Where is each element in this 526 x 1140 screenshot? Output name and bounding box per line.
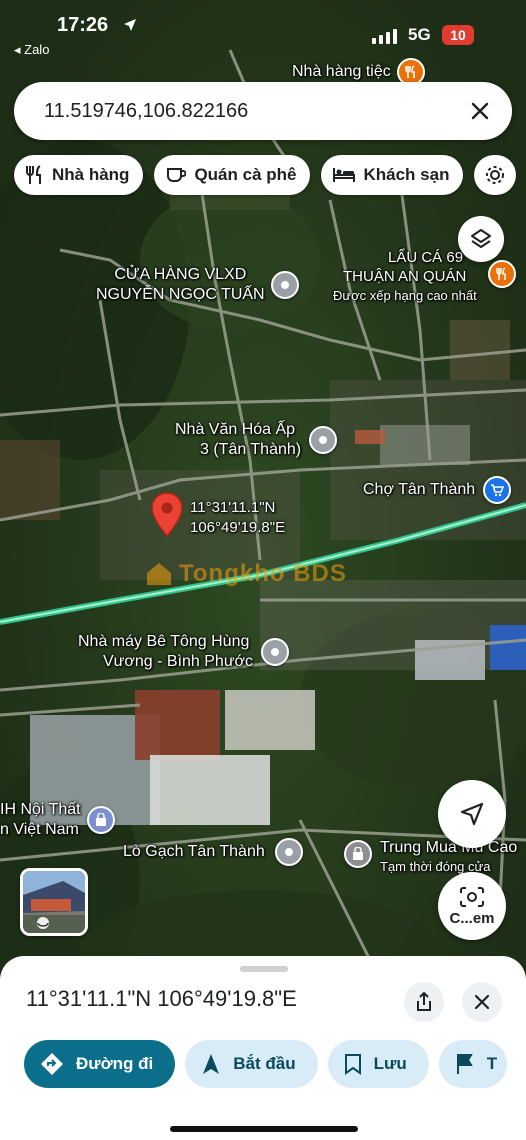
place-title: 11°31'11.1"N 106°49'19.8"E (26, 986, 297, 1011)
place-bottom-sheet: 11°31'11.1"N 106°49'19.8"E Đường đi Bắt … (0, 956, 526, 1140)
location-pin-icon (309, 426, 338, 454)
flag-icon (456, 1054, 473, 1074)
chip-label: Nhà hàng (52, 165, 130, 184)
poi-label: Lò Gạch Tân Thành (123, 843, 265, 860)
poi-lo-gach[interactable]: Lò Gạch Tân Thành (123, 838, 303, 866)
location-pin-icon (270, 271, 299, 299)
camera-button[interactable]: C...em (438, 872, 506, 940)
poi-label-line: LẨU CÁ 69 (388, 249, 464, 266)
watermark-text: Tongkho BDS (179, 560, 347, 587)
poi-label-line: n Việt Nam (0, 821, 79, 838)
navigation-arrow-icon (203, 1054, 220, 1074)
location-arrow-icon (124, 19, 136, 31)
battery-icon: 10 (442, 25, 474, 45)
gear-icon (486, 166, 505, 184)
coffee-cup-icon (167, 168, 187, 182)
poi-label-line: Vương - Bình Phước (103, 653, 254, 670)
chip-hotels[interactable]: Khách sạn (321, 155, 464, 195)
fork-knife-icon (26, 165, 41, 184)
close-sheet-button[interactable] (462, 982, 502, 1022)
search-bar[interactable]: 11.519746,106.822166 (14, 82, 512, 140)
chip-label: Quán cà phê (194, 165, 297, 184)
poi-label: IH Nội Thất n Việt Nam (0, 800, 81, 840)
bed-icon (333, 168, 356, 182)
close-icon (471, 102, 489, 120)
shopping-bag-pin-icon[interactable] (344, 840, 372, 868)
directions-button[interactable]: Đường đi (24, 1040, 176, 1088)
label-button[interactable]: T (438, 1040, 508, 1088)
poi-label-line: Nhà Văn Hóa Ấp (175, 421, 296, 438)
pin-label-line: 106°49'19.8"E (190, 519, 286, 536)
poi-trung-mua[interactable]: Trung Mua Mủ Cao Tạm thời đóng cửa (380, 838, 517, 876)
clear-search-button[interactable] (460, 91, 500, 131)
poi-label: LẨU CÁ 69 THUẬN AN QUÁN Được xếp hạng ca… (333, 248, 477, 305)
poi-label: Nhà máy Bê Tông Hùng Vương - Bình Phước (78, 632, 253, 672)
bookmark-icon (344, 1054, 361, 1075)
poi-noi-that[interactable]: IH Nội Thất n Việt Nam (0, 800, 115, 840)
directions-icon (41, 1053, 63, 1075)
chip-label: Khách sạn (363, 165, 450, 184)
restaurant-pin-icon[interactable] (488, 260, 516, 288)
home-indicator (170, 1126, 358, 1132)
my-location-button[interactable] (438, 780, 506, 848)
search-query[interactable]: 11.519746,106.822166 (44, 100, 460, 123)
street-view-photo (23, 871, 85, 933)
chip-restaurants[interactable]: Nhà hàng (14, 155, 144, 195)
clock: 17:26 (57, 14, 109, 36)
camera-label: C...em (449, 909, 495, 927)
poi-label: CỬA HÀNG VLXD NGUYỄN NGỌC TUẤN (96, 265, 265, 305)
save-button[interactable]: Lưu (327, 1040, 429, 1088)
layers-button[interactable] (458, 216, 504, 262)
shopping-bag-pin-icon (86, 806, 115, 834)
poi-label-line: Trung Mua Mủ Cao (380, 839, 518, 856)
close-icon (475, 995, 489, 1009)
action-label: T (486, 1054, 498, 1073)
poi-label: Chợ Tân Thành (363, 481, 476, 498)
poi-label: Nhà hàng tiệc (292, 63, 391, 80)
share-icon (417, 992, 431, 1011)
camera-scan-icon (460, 886, 484, 907)
street-view-thumbnail[interactable] (20, 868, 88, 936)
start-button[interactable]: Bắt đầu (185, 1040, 318, 1088)
category-chips: Nhà hàng Quán cà phê Khách sạn (14, 155, 517, 195)
house-logo-icon (147, 563, 171, 585)
back-to-app-link[interactable]: ◂ Zalo (14, 42, 49, 58)
poi-label-line: IH Nội Thất (0, 801, 81, 818)
chip-coffee[interactable]: Quán cà phê (154, 155, 311, 195)
poi-cho-tan-thanh[interactable]: Chợ Tân Thành (363, 476, 512, 504)
action-label: Lưu (373, 1054, 407, 1073)
poi-label-line: NGUYỄN NGỌC TUẤN (96, 286, 265, 303)
poi-cua-hang-vlxd[interactable]: CỬA HÀNG VLXD NGUYỄN NGỌC TUẤN (96, 265, 299, 305)
location-pin-icon (274, 838, 303, 866)
poi-nha-van-hoa[interactable]: Nhà Văn Hóa Ấp 3 (Tân Thành) (175, 420, 338, 460)
poi-label-line: CỬA HÀNG VLXD (114, 266, 247, 283)
watermark: Tongkho BDS (145, 560, 347, 588)
location-pin-icon (261, 638, 290, 666)
action-buttons-row: Đường đi Bắt đầu Lưu T (24, 1040, 508, 1088)
network-type: 5G (408, 25, 431, 44)
share-button[interactable] (404, 982, 444, 1022)
dropped-pin-icon[interactable] (150, 492, 184, 543)
chip-more[interactable] (474, 155, 517, 195)
shopping-cart-pin-icon (483, 476, 512, 504)
poi-label-line: Nhà máy Bê Tông Hùng (78, 633, 250, 650)
poi-lau-ca-69[interactable]: LẨU CÁ 69 THUẬN AN QUÁN Được xếp hạng ca… (333, 248, 477, 305)
poi-nha-may-be-tong[interactable]: Nhà máy Bê Tông Hùng Vương - Bình Phước (78, 632, 290, 672)
layers-icon (471, 229, 491, 248)
poi-label-rating: Được xếp hạng cao nhất (333, 288, 477, 303)
signal-strength-icon (372, 28, 397, 44)
status-bar: 17:26 ◂ Zalo 5G 10 (0, 0, 526, 60)
navigation-arrow-icon (460, 802, 484, 826)
poi-label: Nhà Văn Hóa Ấp 3 (Tân Thành) (175, 420, 301, 460)
poi-label-line: 3 (Tân Thành) (200, 441, 302, 458)
sheet-grabber[interactable] (240, 966, 288, 972)
action-label: Bắt đầu (233, 1054, 296, 1073)
poi-label-line: THUẬN AN QUÁN (343, 268, 467, 285)
pin-label-line: 11°31'11.1"N (190, 499, 276, 516)
action-label: Đường đi (76, 1054, 154, 1073)
dropped-pin-label: 11°31'11.1"N 106°49'19.8"E (190, 498, 285, 538)
